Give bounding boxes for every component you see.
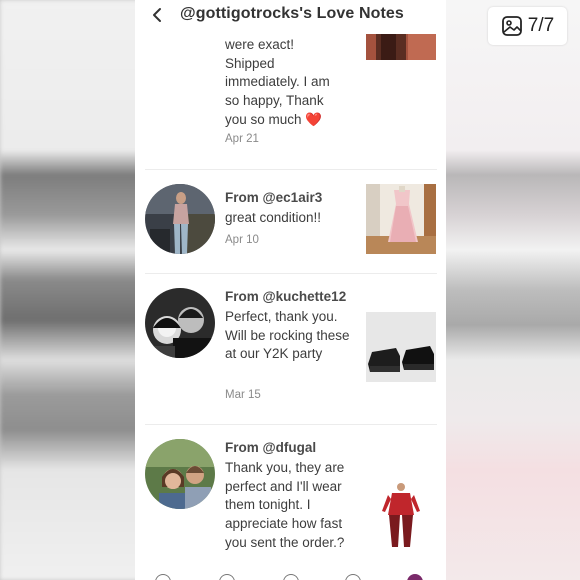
- love-note-item[interactable]: From @dfugal Thank you, they are perfect…: [145, 426, 437, 580]
- note-text: were exact! Shipped immediately. I am so…: [225, 37, 330, 127]
- note-text: Thank you, they are perfect and I'll wea…: [225, 460, 345, 550]
- note-date: Apr 10: [225, 234, 259, 246]
- item-thumbnail[interactable]: [366, 184, 436, 254]
- home-tab-icon[interactable]: [155, 574, 171, 580]
- note-text: Perfect, thank you. Will be rocking thes…: [225, 309, 350, 362]
- love-note-item[interactable]: From @kuchette12 Perfect, thank you. Wil…: [145, 275, 437, 425]
- search-tab-icon[interactable]: [345, 574, 361, 580]
- chevron-left-icon[interactable]: [149, 4, 165, 26]
- avatar[interactable]: [145, 288, 215, 358]
- note-text: great condition!!: [225, 210, 322, 225]
- image-gallery-icon: [501, 16, 522, 36]
- blurred-background-right: [446, 0, 580, 580]
- page-title: @gottigotrocks's Love Notes: [180, 5, 404, 22]
- note-author[interactable]: From @ec1air3: [225, 190, 322, 205]
- item-thumbnail[interactable]: [366, 481, 436, 551]
- love-note-item[interactable]: From @ec1air3 great condition!! Apr 10: [145, 172, 437, 274]
- item-thumbnail[interactable]: [366, 312, 436, 382]
- feed-tab-icon[interactable]: [219, 574, 235, 580]
- note-author[interactable]: From @dfugal: [225, 440, 316, 455]
- gallery-counter-badge[interactable]: 7/7: [488, 7, 567, 45]
- bottom-tab-bar: [135, 570, 446, 580]
- camera-tab-icon[interactable]: [283, 574, 299, 580]
- profile-tab-icon[interactable]: [407, 574, 423, 580]
- avatar[interactable]: [145, 439, 215, 509]
- heart-emoji: ❤️: [305, 111, 323, 127]
- note-date: Apr 21: [225, 133, 259, 145]
- top-bar: @gottigotrocks's Love Notes: [135, 0, 446, 34]
- note-author[interactable]: From @kuchette12: [225, 289, 346, 304]
- love-notes-screen: were exact! Shipped immediately. I am so…: [135, 0, 446, 580]
- note-date: Mar 15: [225, 389, 261, 401]
- gallery-counter: 7/7: [527, 15, 555, 36]
- avatar[interactable]: [145, 184, 215, 254]
